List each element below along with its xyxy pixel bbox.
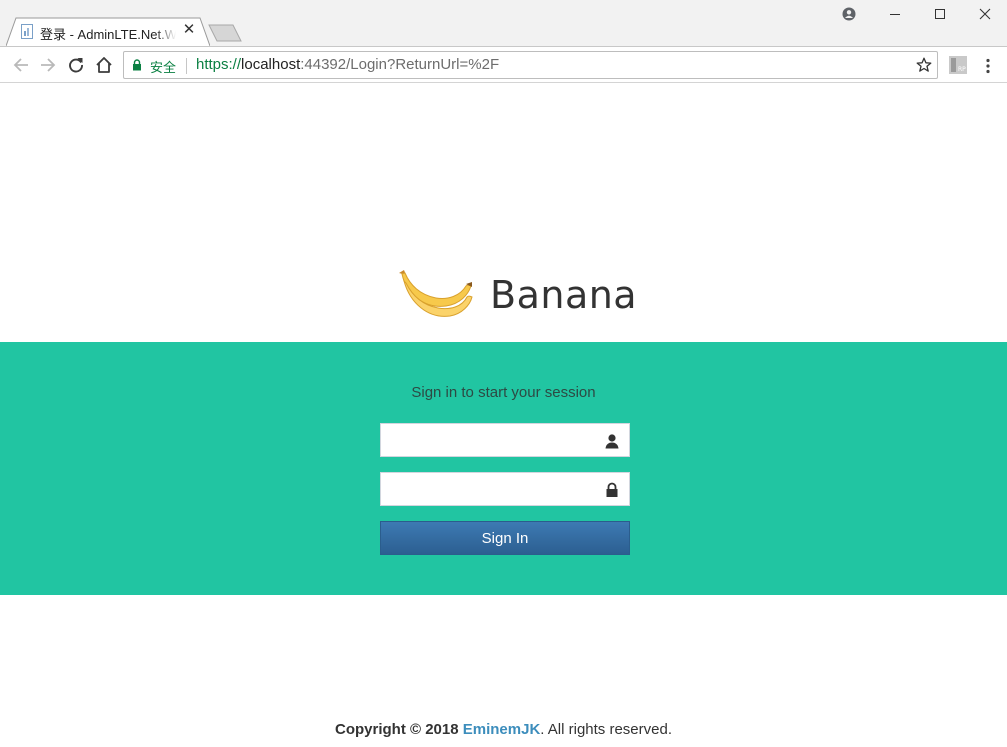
arrow-left-icon[interactable] bbox=[10, 54, 32, 76]
tab-title: 登录 - AdminLTE.Net.Web bbox=[40, 27, 176, 42]
close-icon[interactable] bbox=[962, 2, 1007, 26]
password-field bbox=[380, 472, 630, 506]
url-text[interactable]: https://localhost:44392/Login?ReturnUrl=… bbox=[196, 56, 499, 73]
author-link[interactable]: EminemJK bbox=[463, 721, 541, 738]
rights-text: . All rights reserved. bbox=[540, 721, 672, 738]
password-input[interactable] bbox=[381, 473, 629, 505]
browser-titlebar: 登录 - AdminLTE.Net.Web ✕ bbox=[0, 0, 1007, 46]
account-icon[interactable] bbox=[826, 2, 872, 26]
browser-tab[interactable]: 登录 - AdminLTE.Net.Web ✕ bbox=[6, 17, 210, 46]
banana-icon bbox=[399, 270, 473, 317]
svg-text:RP: RP bbox=[958, 66, 966, 73]
browser-toolbar: 安全 https://localhost:44392/Login?ReturnU… bbox=[0, 46, 1007, 83]
minimize-icon[interactable] bbox=[872, 2, 918, 26]
address-bar[interactable]: 安全 https://localhost:44392/Login?ReturnU… bbox=[123, 51, 938, 79]
new-tab-button[interactable] bbox=[205, 24, 243, 42]
username-input[interactable] bbox=[381, 424, 629, 456]
home-icon[interactable] bbox=[93, 54, 115, 76]
user-icon bbox=[605, 434, 619, 449]
lock-icon bbox=[133, 59, 141, 71]
arrow-right-icon[interactable] bbox=[37, 54, 59, 76]
url-scheme: https:// bbox=[196, 56, 242, 73]
page-content: Banana Sign in to start your session Sig… bbox=[0, 84, 1007, 747]
login-box-message: Sign in to start your session bbox=[411, 384, 596, 401]
maximize-icon[interactable] bbox=[917, 2, 963, 26]
security-label: 安全 bbox=[150, 60, 177, 75]
reload-icon[interactable] bbox=[65, 54, 87, 76]
page-favicon-icon bbox=[21, 24, 33, 39]
url-path: :44392/Login?ReturnUrl=%2F bbox=[300, 56, 500, 73]
copyright-text: Copyright © 2018 bbox=[334, 721, 459, 738]
brand-name: Banana bbox=[490, 273, 638, 317]
kebab-menu-icon[interactable] bbox=[980, 55, 996, 77]
tab-close-icon[interactable]: ✕ bbox=[182, 22, 196, 38]
url-host: localhost bbox=[241, 56, 301, 73]
login-logo: Banana bbox=[396, 265, 637, 325]
lock-icon bbox=[606, 482, 618, 497]
username-field bbox=[380, 423, 630, 457]
star-icon[interactable] bbox=[916, 57, 932, 73]
login-box: Sign in to start your session Sign In bbox=[0, 342, 1007, 595]
rp-extension-icon[interactable]: RP bbox=[949, 56, 967, 74]
sign-in-button[interactable]: Sign In bbox=[380, 521, 630, 555]
page-footer: Copyright © 2018 EminemJK. All rights re… bbox=[0, 721, 1007, 738]
security-divider bbox=[186, 58, 187, 74]
